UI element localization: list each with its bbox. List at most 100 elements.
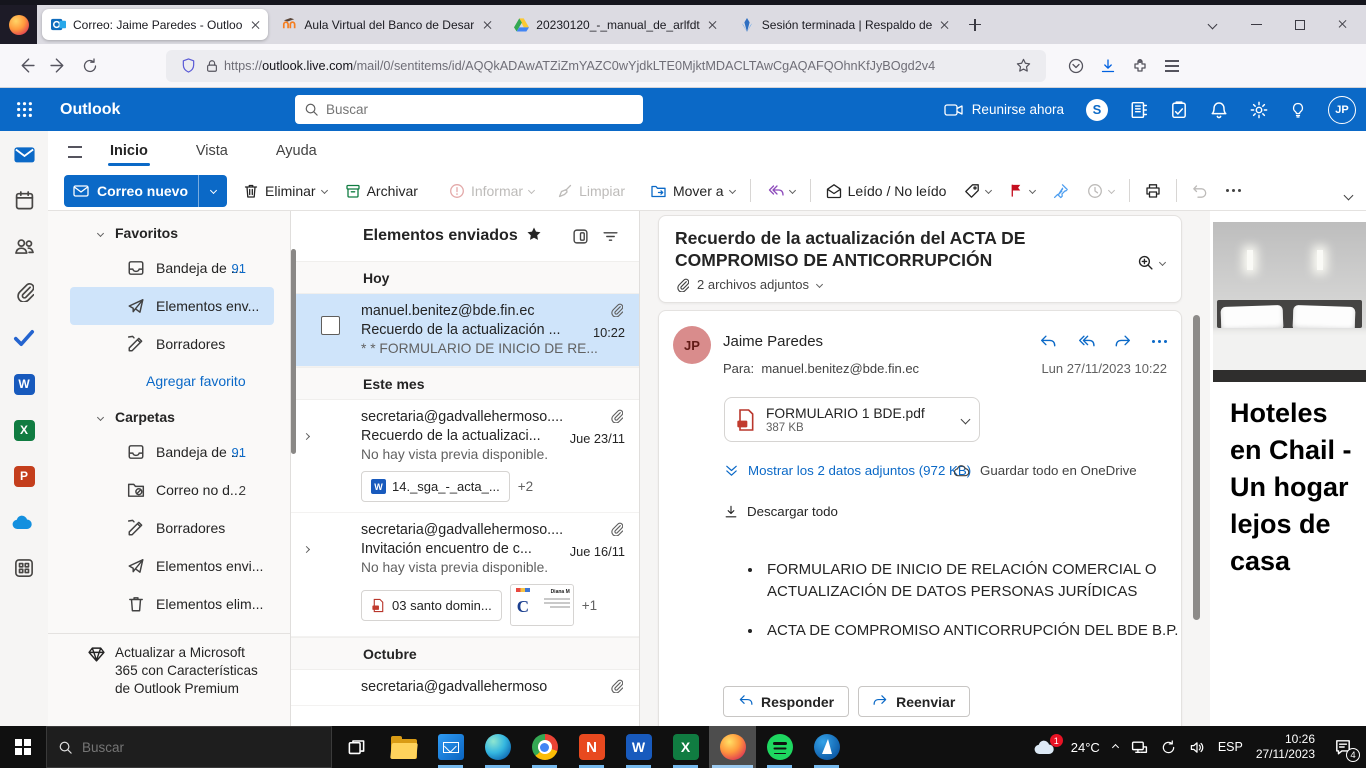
- tab-vista[interactable]: Vista: [194, 134, 230, 168]
- sidebar-item-drafts[interactable]: Borradores: [48, 509, 290, 547]
- taskbar-search[interactable]: [46, 726, 332, 768]
- taskbar-edge[interactable]: [474, 726, 521, 768]
- snooze-button[interactable]: [1087, 183, 1114, 199]
- list-item-2[interactable]: secretaria@gadvallehermoso.... Recuerdo …: [291, 400, 639, 513]
- new-tab-button[interactable]: [958, 5, 992, 44]
- app-launcher-button[interactable]: [0, 88, 48, 131]
- sender-name[interactable]: Jaime Paredes: [723, 333, 823, 350]
- list-item-3[interactable]: secretaria@gadvallehermoso.... Invitació…: [291, 513, 639, 637]
- mail-module-button[interactable]: [0, 131, 48, 177]
- forward-button[interactable]: [42, 50, 74, 82]
- sync-icon[interactable]: [1161, 740, 1176, 755]
- taskbar-spotify[interactable]: [756, 726, 803, 768]
- taskbar-firefox[interactable]: [709, 726, 756, 768]
- list-item-4[interactable]: secretaria@gadvallehermoso: [291, 670, 639, 706]
- sweep-button[interactable]: Limpiar: [557, 183, 625, 199]
- add-favorite-link[interactable]: Agregar favorito: [48, 363, 290, 399]
- sidebar-item-deleted[interactable]: Elementos elim...: [48, 585, 290, 623]
- meet-now-button[interactable]: Reunirse ahora: [944, 102, 1064, 118]
- flag-button[interactable]: [1009, 183, 1035, 198]
- network-icon[interactable]: [1131, 740, 1148, 755]
- extension-icon[interactable]: [1124, 50, 1156, 82]
- onenote-icon[interactable]: [1130, 101, 1148, 119]
- forward-button[interactable]: Reenviar: [858, 686, 970, 717]
- url-bar[interactable]: https://outlook.live.com/mail/0/sentitem…: [166, 50, 1046, 82]
- taskbar-search-input[interactable]: [82, 740, 320, 755]
- more-actions-icon[interactable]: [1152, 340, 1167, 343]
- tab-close-icon[interactable]: [250, 20, 260, 30]
- more-attachments[interactable]: +1: [582, 598, 597, 613]
- select-messages-icon[interactable]: [565, 228, 595, 245]
- weather-icon[interactable]: 1: [1034, 739, 1058, 755]
- bookmark-star-icon[interactable]: [1010, 50, 1036, 82]
- taskbar-word[interactable]: [615, 726, 662, 768]
- forward-icon[interactable]: [1115, 333, 1132, 350]
- url-text[interactable]: https://outlook.live.com/mail/0/sentitem…: [224, 59, 1010, 73]
- attachment-chip[interactable]: 03 santo domin...: [361, 590, 502, 621]
- more-commands-button[interactable]: [1226, 189, 1241, 192]
- todo-tasks-icon[interactable]: [1170, 101, 1188, 119]
- hidden-icons-chevron[interactable]: [1113, 745, 1118, 750]
- minimize-button[interactable]: [1234, 5, 1278, 44]
- calendar-module-button[interactable]: [0, 177, 48, 223]
- delete-button[interactable]: Eliminar: [243, 183, 327, 199]
- tab-respaldo[interactable]: Sesión terminada | Respaldo de: [731, 9, 958, 40]
- maximize-button[interactable]: [1278, 5, 1322, 44]
- expand-chevron-icon[interactable]: [304, 539, 309, 557]
- taskbar-file-explorer[interactable]: [380, 726, 427, 768]
- list-all-tabs-button[interactable]: [1190, 5, 1234, 44]
- sender-avatar[interactable]: JP: [673, 326, 711, 364]
- volume-icon[interactable]: [1189, 740, 1205, 755]
- undo-button[interactable]: [1192, 183, 1208, 199]
- categorize-button[interactable]: [964, 183, 991, 199]
- more-apps-button[interactable]: [0, 545, 48, 591]
- tab-close-icon[interactable]: [708, 20, 718, 30]
- reply-icon[interactable]: [1039, 333, 1056, 350]
- tab-inicio[interactable]: Inicio: [108, 134, 150, 168]
- back-button[interactable]: [10, 50, 42, 82]
- firefox-view-button[interactable]: [0, 5, 37, 44]
- favorites-header[interactable]: Favoritos: [48, 211, 290, 249]
- report-button[interactable]: Informar: [449, 183, 534, 199]
- pin-button[interactable]: [1053, 183, 1069, 199]
- search-input[interactable]: [326, 102, 634, 117]
- attachment-thumbnail[interactable]: C Diana M: [510, 584, 574, 626]
- language-indicator[interactable]: ESP: [1218, 740, 1243, 754]
- ad-title[interactable]: Hoteles en Chail - Un hogar lejos de cas…: [1230, 395, 1352, 580]
- sidebar-item-drafts-fav[interactable]: Borradores: [48, 325, 290, 363]
- sidebar-item-inbox-fav[interactable]: Bandeja de ... 91: [48, 249, 290, 287]
- taskbar-mail[interactable]: [427, 726, 474, 768]
- clock[interactable]: 10:26 27/11/2023: [1256, 732, 1315, 762]
- start-button[interactable]: [0, 726, 46, 768]
- sidebar-item-sent-fav[interactable]: Elementos env...: [70, 287, 274, 325]
- outlook-search-box[interactable]: [295, 95, 643, 124]
- sidebar-item-inbox[interactable]: Bandeja de ... 91: [48, 433, 290, 471]
- shield-icon[interactable]: [176, 50, 200, 82]
- premium-upsell[interactable]: Actualizar a Microsoft 365 con Caracterí…: [48, 633, 290, 698]
- reply-all-button[interactable]: [766, 183, 795, 199]
- favorite-star-icon[interactable]: [526, 226, 542, 246]
- more-attachments[interactable]: +2: [518, 479, 533, 494]
- attachments-module-button[interactable]: [0, 269, 48, 315]
- task-view-button[interactable]: [332, 726, 380, 768]
- hotel-ad-image[interactable]: [1213, 222, 1366, 382]
- new-mail-dropdown[interactable]: [199, 188, 227, 193]
- reply-button[interactable]: Responder: [723, 686, 849, 717]
- zoom-button[interactable]: [1137, 254, 1165, 271]
- people-module-button[interactable]: [0, 223, 48, 269]
- taskbar-excel[interactable]: [662, 726, 709, 768]
- todo-module-button[interactable]: [0, 315, 48, 361]
- sidebar-item-sent[interactable]: Elementos envi...: [48, 547, 290, 585]
- notifications-bell-icon[interactable]: [1210, 101, 1228, 119]
- attachments-summary[interactable]: 2 archivos adjuntos: [675, 277, 1165, 292]
- to-address[interactable]: manuel.benitez@bde.fin.ec: [761, 361, 919, 376]
- chevron-down-icon[interactable]: [961, 415, 971, 425]
- list-item-1[interactable]: manuel.benitez@bde.fin.ec Recuerdo de la…: [291, 294, 639, 367]
- taskbar-nitro[interactable]: [568, 726, 615, 768]
- notification-center-button[interactable]: 4: [1328, 738, 1358, 756]
- skype-icon[interactable]: [1086, 99, 1108, 121]
- message-checkbox[interactable]: [321, 316, 340, 335]
- collapse-toolbar-button[interactable]: [1345, 186, 1352, 204]
- attachment-card[interactable]: FORMULARIO 1 BDE.pdf 387 KB: [724, 397, 980, 442]
- print-button[interactable]: [1145, 183, 1161, 199]
